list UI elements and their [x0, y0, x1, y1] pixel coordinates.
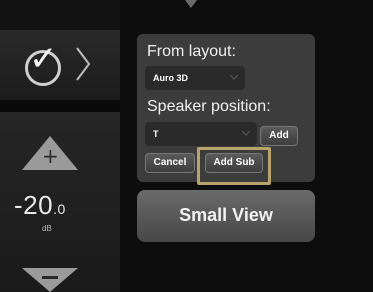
speaker-position-value: T [153, 129, 159, 139]
chevron-down-icon [229, 74, 239, 80]
add-button[interactable]: Add [260, 126, 298, 146]
layout-select[interactable]: Auro 3D [145, 66, 245, 90]
check-icon[interactable]: ✓ [29, 42, 58, 76]
rail-divider [0, 100, 120, 112]
focus-highlight [197, 147, 271, 185]
volume-unit: dB [42, 224, 52, 233]
volume-value: -20.0 [14, 190, 66, 220]
speaker-position-select[interactable]: T [145, 122, 257, 146]
cancel-button[interactable]: Cancel [145, 153, 195, 173]
volume-down-button[interactable] [22, 268, 78, 292]
small-view-button[interactable]: Small View [137, 190, 315, 242]
from-layout-label: From layout: [147, 43, 236, 60]
minus-icon [42, 276, 58, 279]
chevron-right-icon[interactable] [73, 44, 93, 84]
chevron-down-icon [241, 130, 251, 136]
layout-select-value: Auro 3D [153, 73, 189, 83]
popover-caret-icon [185, 0, 197, 8]
speaker-position-label: Speaker position: [147, 98, 271, 115]
plus-icon: + [42, 144, 59, 168]
